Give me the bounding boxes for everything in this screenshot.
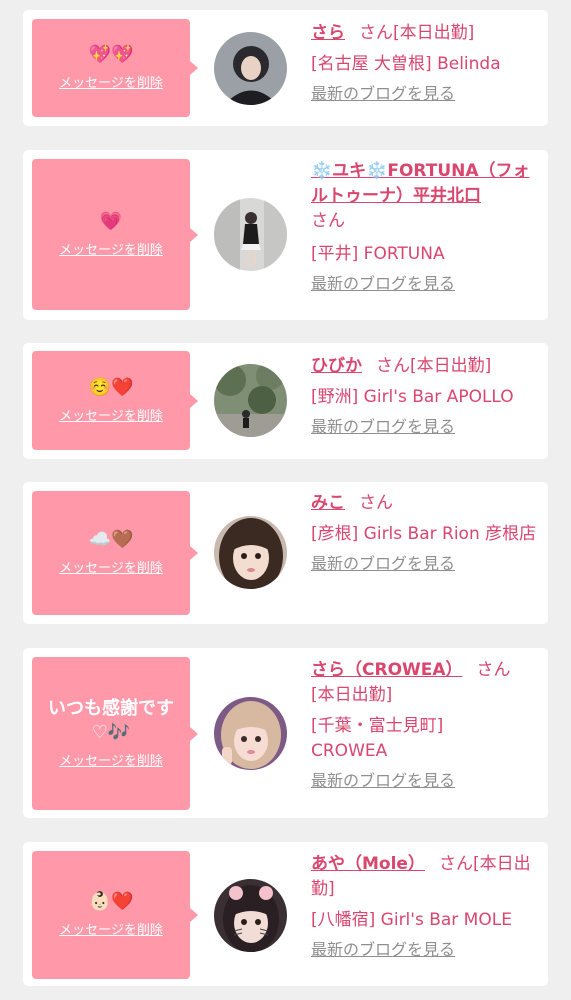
status-text: [本日出勤] [410,356,492,376]
message-card: 💖💖 メッセージを削除 さら さん[本日出勤] [名古屋 大曽根] Belinda… [23,10,548,126]
latest-blog-link[interactable]: 最新のブログを見る [311,273,455,295]
message-text: ☁️🤎 [88,529,134,550]
latest-blog-link[interactable]: 最新のブログを見る [311,770,455,792]
avatar[interactable] [214,879,287,952]
message-card: ☁️🤎 メッセージを削除 みこ さん [彦根] Girls Bar Rion 彦根… [23,482,548,624]
avatar-photo [214,879,287,952]
message-bubble: 💖💖 メッセージを削除 [32,19,198,117]
avatar-photo [214,697,287,770]
cast-name-link[interactable]: さら（CROWEA） [311,660,463,680]
cast-name-link[interactable]: ひびか [311,356,362,376]
shop-text: [平井] FORTUNA [311,244,445,264]
avatar[interactable] [214,516,287,589]
avatar[interactable] [214,198,287,271]
honorific: さん [359,493,393,513]
cast-info: ❄️ユキ❄️FORTUNA（フォルトゥーナ）平井北口さん [平井] FORTUN… [311,159,537,297]
cast-info: あや（Mole） さん[本日出勤] [八幡宿] Girl's Bar MOLE 最… [311,852,537,963]
message-text: ☺️❤️ [88,376,134,398]
message-card: ☺️❤️ メッセージを削除 ひびか さん[本日出勤] [野洲] Girl's Ba… [23,343,548,459]
shop-text: [千葉・富士見町] CROWEA [311,716,444,761]
cast-name-link[interactable]: ❄️ユキ❄️FORTUNA（フォルトゥーナ）平井北口 [311,161,530,206]
shop-text: [彦根] Girls Bar Rion 彦根店 [311,524,537,544]
message-card: 👶🏻❤️ メッセージを削除 あや（Mole） さん[本日出勤] [八幡宿] Gir… [23,842,548,986]
latest-blog-link[interactable]: 最新のブログを見る [311,416,455,438]
message-bubble: ☁️🤎 メッセージを削除 [32,491,198,615]
delete-message-link[interactable]: メッセージを削除 [59,560,163,578]
message-card: 💗 メッセージを削除 ❄️ユキ❄️FORTUNA（フォルトゥーナ）平井北口さん … [23,150,548,320]
avatar-photo [214,364,287,437]
honorific: さん [376,356,410,376]
avatar[interactable] [214,364,287,437]
status-text: [本日出勤] [393,23,475,43]
delete-message-link[interactable]: メッセージを削除 [59,75,163,93]
delete-message-link[interactable]: メッセージを削除 [59,408,163,426]
message-bubble: いつも感謝です♡🎶 メッセージを削除 [32,657,198,810]
honorific: さん [359,23,393,43]
message-card: いつも感謝です♡🎶 メッセージを削除 さら（CROWEA） さん [本日出勤] [千… [23,648,548,818]
cast-name-link[interactable]: みこ [311,493,345,513]
cast-info: さら（CROWEA） さん [本日出勤] [千葉・富士見町] CROWEA 最新のブ… [311,658,537,794]
cast-name-link[interactable]: さら [311,23,345,43]
message-bubble: 👶🏻❤️ メッセージを削除 [32,851,198,979]
honorific: さん [311,211,345,231]
honorific: さん [476,660,511,680]
message-text: いつも感謝です♡🎶 [48,697,174,743]
avatar-photo [214,32,287,105]
shop-text: [八幡宿] Girl's Bar MOLE [311,910,512,930]
shop-text: [野洲] Girl's Bar APOLLO [311,387,514,407]
avatar[interactable] [214,32,287,105]
latest-blog-link[interactable]: 最新のブログを見る [311,553,455,575]
status-text: [本日出勤] [311,685,393,705]
avatar-photo [214,198,287,271]
avatar-photo [214,516,287,589]
delete-message-link[interactable]: メッセージを削除 [59,242,163,260]
message-text: 💗 [99,210,123,232]
cast-info: ひびか さん[本日出勤] [野洲] Girl's Bar APOLLO 最新のブロ… [311,354,537,440]
message-bubble: 💗 メッセージを削除 [32,159,198,310]
latest-blog-link[interactable]: 最新のブログを見る [311,83,455,105]
latest-blog-link[interactable]: 最新のブログを見る [311,939,455,961]
cast-name-link[interactable]: あや（Mole） [311,854,425,874]
cast-info: みこ さん [彦根] Girls Bar Rion 彦根店 最新のブログを見る [311,491,537,577]
message-text: 👶🏻❤️ [88,891,134,912]
message-bubble: ☺️❤️ メッセージを削除 [32,351,198,450]
cast-info: さら さん[本日出勤] [名古屋 大曽根] Belinda 最新のブログを見る [311,21,537,107]
delete-message-link[interactable]: メッセージを削除 [59,753,163,771]
message-text: 💖💖 [88,44,134,65]
honorific: さん [438,854,473,874]
shop-text: [名古屋 大曽根] Belinda [311,54,501,74]
avatar[interactable] [214,697,287,770]
delete-message-link[interactable]: メッセージを削除 [59,922,163,940]
